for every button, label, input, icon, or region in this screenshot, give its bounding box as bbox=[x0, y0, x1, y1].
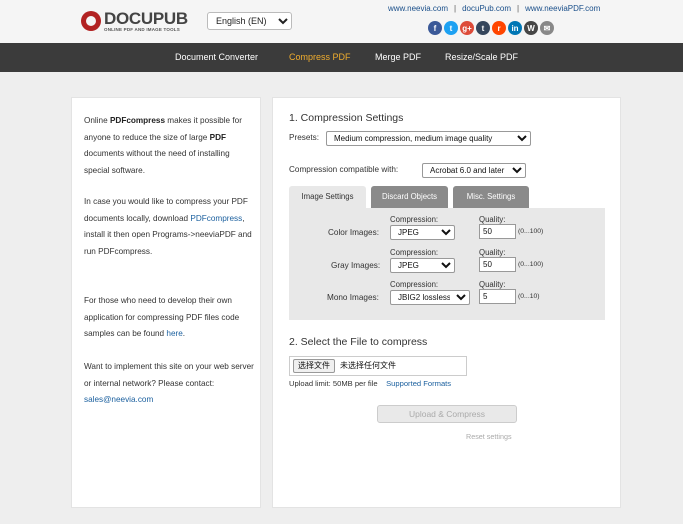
no-file-status: 未选择任何文件 bbox=[340, 361, 396, 370]
compression-label: Compression: bbox=[390, 215, 439, 224]
nav-resize-scale-pdf[interactable]: Resize/Scale PDF bbox=[445, 43, 518, 72]
reddit-icon[interactable]: r bbox=[492, 21, 506, 35]
tumblr-icon[interactable]: t bbox=[476, 21, 490, 35]
color-compression-select[interactable]: JPEG bbox=[390, 225, 455, 240]
logo-tagline: ONLINE PDF AND IMAGE TOOLS bbox=[104, 26, 180, 32]
supported-formats-link[interactable]: Supported Formats bbox=[386, 379, 451, 388]
logo-mark-icon bbox=[81, 11, 101, 31]
compression-label: Compression: bbox=[390, 280, 439, 289]
settings-tabs: Image Settings Discard Objects Misc. Set… bbox=[289, 186, 529, 208]
neeviapdf-link[interactable]: www.neeviaPDF.com bbox=[525, 4, 600, 13]
nav-merge-pdf[interactable]: Merge PDF bbox=[375, 43, 421, 72]
gray-compression-select[interactable]: JPEG bbox=[390, 258, 455, 273]
developer-paragraph: For those who need to develop their own … bbox=[84, 296, 240, 338]
contact-paragraph: Want to implement this site on your web … bbox=[84, 362, 254, 404]
tab-misc-settings[interactable]: Misc. Settings bbox=[453, 186, 529, 208]
color-images-label: Color Images: bbox=[328, 228, 379, 237]
gray-images-label: Gray Images: bbox=[331, 261, 381, 270]
social-icons: f t g+ t r in W ✉ bbox=[428, 21, 554, 35]
color-quality-input[interactable] bbox=[479, 224, 516, 239]
compression-label: Compression: bbox=[390, 248, 439, 257]
compress-form: 1. Compression Settings Presets: Medium … bbox=[272, 97, 621, 508]
select-file-title: 2. Select the File to compress bbox=[289, 336, 428, 348]
reset-settings-link[interactable]: Reset settings bbox=[466, 432, 512, 441]
intro-paragraph: Online PDFcompress makes it possible for… bbox=[84, 116, 242, 175]
main-nav: Document Converter Compress PDF Merge PD… bbox=[0, 43, 683, 72]
presets-label: Presets: bbox=[289, 133, 320, 142]
upload-compress-button[interactable]: Upload & Compress bbox=[377, 405, 517, 423]
upload-limit-text: Upload limit: 50MB per file Supported Fo… bbox=[289, 379, 452, 388]
sales-email-link[interactable]: sales@neevia.com bbox=[84, 395, 153, 404]
compat-select[interactable]: Acrobat 6.0 and later bbox=[422, 163, 526, 178]
presets-select[interactable]: Medium compression, medium image quality bbox=[326, 131, 531, 146]
gray-quality-input[interactable] bbox=[479, 257, 516, 272]
download-paragraph: In case you would like to compress your … bbox=[84, 197, 252, 256]
tab-discard-objects[interactable]: Discard Objects bbox=[371, 186, 448, 208]
docupub-link[interactable]: docuPub.com bbox=[462, 4, 511, 13]
neevia-link[interactable]: www.neevia.com bbox=[388, 4, 448, 13]
email-icon[interactable]: ✉ bbox=[540, 21, 554, 35]
google-plus-icon[interactable]: g+ bbox=[460, 21, 474, 35]
code-samples-link[interactable]: here bbox=[166, 329, 182, 338]
mono-compression-select[interactable]: JBIG2 lossless bbox=[390, 290, 470, 305]
mono-images-label: Mono Images: bbox=[327, 293, 379, 302]
wordpress-icon[interactable]: W bbox=[524, 21, 538, 35]
facebook-icon[interactable]: f bbox=[428, 21, 442, 35]
quality-label: Quality: bbox=[479, 280, 506, 289]
mono-quality-range: (0...10) bbox=[518, 293, 540, 300]
docupub-logo[interactable]: DOCUPUB ONLINE PDF AND IMAGE TOOLS bbox=[81, 8, 188, 34]
language-select[interactable]: English (EN) bbox=[207, 12, 292, 30]
choose-file-button[interactable]: 选择文件 bbox=[293, 359, 335, 373]
image-settings-panel: Compression: Quality: Color Images: JPEG… bbox=[289, 208, 605, 320]
file-input[interactable]: 选择文件 未选择任何文件 bbox=[289, 356, 467, 376]
color-quality-range: (0...100) bbox=[518, 228, 544, 235]
linkedin-icon[interactable]: in bbox=[508, 21, 522, 35]
nav-compress-pdf[interactable]: Compress PDF bbox=[289, 43, 351, 72]
nav-document-converter[interactable]: Document Converter bbox=[175, 43, 258, 72]
quality-label: Quality: bbox=[479, 248, 506, 257]
site-header: DOCUPUB ONLINE PDF AND IMAGE TOOLS Engli… bbox=[0, 0, 683, 43]
top-links: www.neevia.com | docuPub.com | www.neeviaPDF… bbox=[388, 4, 601, 13]
compression-settings-title: 1. Compression Settings bbox=[289, 112, 404, 124]
tab-image-settings[interactable]: Image Settings bbox=[289, 186, 366, 208]
pdfcompress-download-link[interactable]: PDFcompress bbox=[190, 214, 242, 223]
gray-quality-range: (0...100) bbox=[518, 261, 544, 268]
compat-label: Compression compatible with: bbox=[289, 165, 399, 174]
logo-name: DOCUPUB bbox=[104, 8, 188, 28]
twitter-icon[interactable]: t bbox=[444, 21, 458, 35]
info-panel: Online PDFcompress makes it possible for… bbox=[71, 97, 261, 508]
mono-quality-input[interactable] bbox=[479, 289, 516, 304]
quality-label: Quality: bbox=[479, 215, 506, 224]
